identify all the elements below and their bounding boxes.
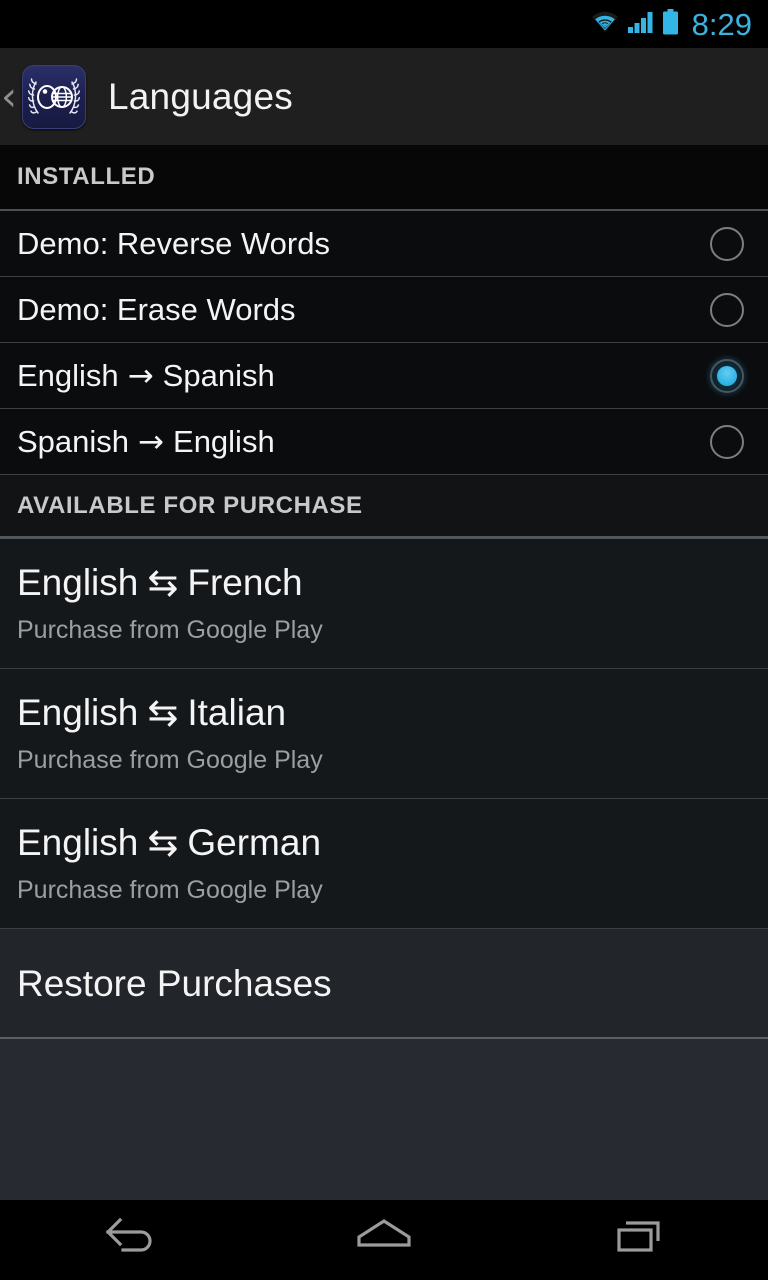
section-header-available-for-purchase: AVAILABLE FOR PURCHASE bbox=[0, 475, 768, 539]
app-icon[interactable] bbox=[22, 64, 86, 129]
list-empty-space bbox=[0, 1039, 768, 1200]
language-target: English bbox=[173, 423, 275, 459]
list-item-label: Demo: Reverse Words bbox=[17, 226, 330, 261]
list-item-language[interactable]: Spanish → English bbox=[0, 409, 768, 475]
language-source: English bbox=[17, 562, 139, 603]
recents-icon bbox=[609, 1215, 671, 1266]
restore-purchases-label: Restore Purchases bbox=[17, 962, 332, 1004]
phone-screen: 8:29 ‹ Languages INSTALLED Demo: Reverse… bbox=[0, 0, 768, 1280]
list-item-purchase[interactable]: English ⇆ German Purchase from Google Play bbox=[0, 799, 768, 929]
arrow-right-icon: → bbox=[138, 423, 165, 460]
radio-button[interactable] bbox=[710, 424, 744, 459]
arrow-bidirectional-icon: ⇆ bbox=[147, 821, 179, 864]
restore-purchases-button[interactable]: Restore Purchases bbox=[0, 929, 768, 1039]
arrow-bidirectional-icon: ⇆ bbox=[147, 561, 179, 604]
list-item-label: English → Spanish bbox=[17, 360, 710, 392]
wifi-icon bbox=[590, 10, 620, 39]
language-target: French bbox=[187, 562, 303, 603]
arrow-bidirectional-icon: ⇆ bbox=[147, 691, 179, 734]
language-target: German bbox=[187, 822, 322, 863]
nav-home-button[interactable] bbox=[309, 1200, 459, 1280]
list-item-subtitle: Purchase from Google Play bbox=[17, 876, 323, 904]
language-source: English bbox=[17, 822, 139, 863]
radio-button-selected[interactable] bbox=[710, 358, 744, 393]
list-item-label: Spanish → English bbox=[17, 426, 710, 458]
list-item-purchase[interactable]: English ⇆ Italian Purchase from Google Pla… bbox=[0, 669, 768, 799]
nav-back-button[interactable] bbox=[53, 1200, 203, 1280]
section-header-installed: INSTALLED bbox=[0, 145, 768, 211]
status-bar: 8:29 bbox=[0, 0, 768, 48]
list-item-title: English ⇆ French bbox=[17, 564, 751, 601]
language-source: Spanish bbox=[17, 423, 130, 459]
list-item-subtitle: Purchase from Google Play bbox=[17, 746, 323, 774]
language-target: Italian bbox=[187, 692, 287, 733]
settings-list: INSTALLED Demo: Reverse Words Demo: Eras… bbox=[0, 145, 768, 1200]
status-clock: 8:29 bbox=[691, 6, 752, 42]
list-item-purchase[interactable]: English ⇆ French Purchase from Google Play bbox=[0, 539, 768, 669]
page-title: Languages bbox=[108, 76, 293, 117]
arrow-right-icon: → bbox=[127, 357, 154, 394]
nav-recents-button[interactable] bbox=[565, 1200, 715, 1280]
back-icon bbox=[97, 1215, 159, 1266]
list-item-title: English ⇆ German bbox=[17, 824, 751, 861]
radio-button[interactable] bbox=[710, 226, 744, 261]
navigation-bar bbox=[0, 1200, 768, 1280]
language-source: English bbox=[17, 692, 139, 733]
status-icon-group bbox=[590, 8, 679, 40]
back-chevron-icon[interactable]: ‹ bbox=[0, 77, 22, 117]
list-item-subtitle: Purchase from Google Play bbox=[17, 616, 323, 644]
list-item-label: Demo: Erase Words bbox=[17, 292, 296, 327]
radio-button[interactable] bbox=[710, 292, 744, 327]
list-item-language[interactable]: English → Spanish bbox=[0, 343, 768, 409]
language-source: English bbox=[17, 357, 119, 393]
battery-icon bbox=[662, 8, 679, 40]
list-item-title: English ⇆ Italian bbox=[17, 694, 751, 731]
list-item-language[interactable]: Demo: Reverse Words bbox=[0, 211, 768, 277]
list-item-language[interactable]: Demo: Erase Words bbox=[0, 277, 768, 343]
language-target: Spanish bbox=[162, 357, 275, 393]
cellular-signal-icon bbox=[627, 10, 655, 39]
action-bar: ‹ Languages bbox=[0, 48, 768, 145]
home-icon bbox=[351, 1215, 417, 1266]
